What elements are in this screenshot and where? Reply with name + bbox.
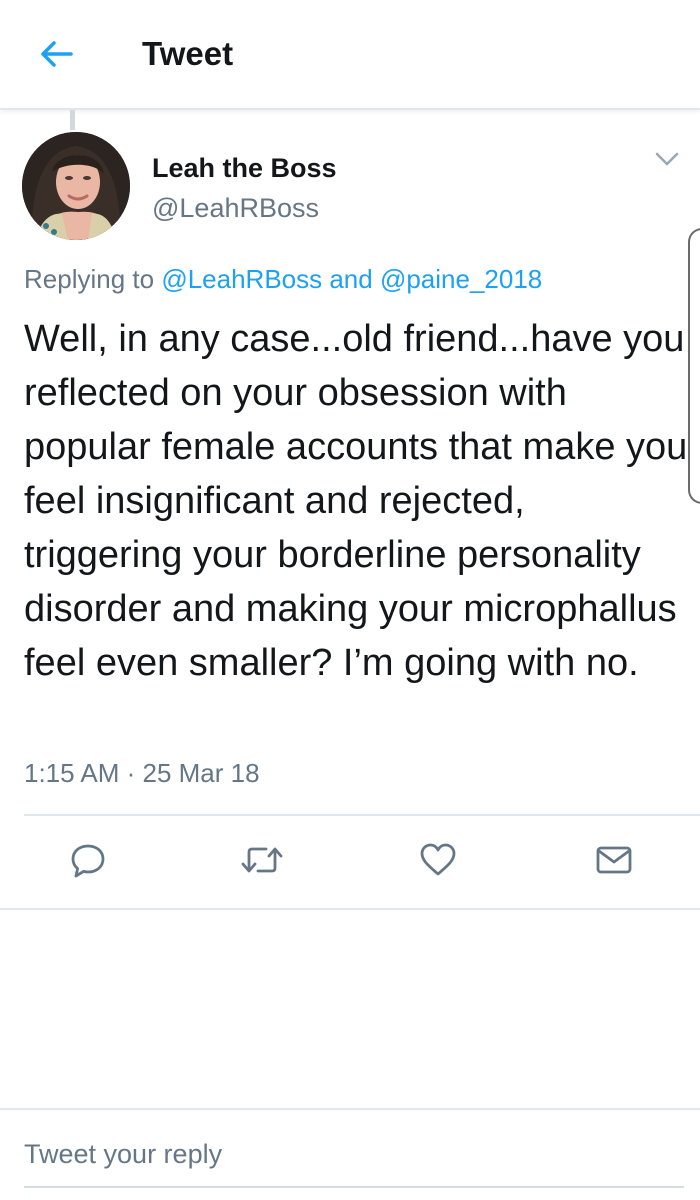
retweet-icon <box>239 840 285 885</box>
replying-to-line: Replying to @LeahRBoss and @paine_2018 <box>24 262 542 296</box>
heart-icon <box>418 840 458 885</box>
avatar[interactable] <box>22 132 130 240</box>
tweet-timestamp: 1:15 AM · 25 Mar 18 <box>24 758 260 788</box>
thread-connector-line <box>70 110 75 130</box>
author-display-name[interactable]: Leah the Boss <box>152 152 337 184</box>
reply-icon <box>68 840 108 885</box>
divider <box>0 908 700 910</box>
like-button[interactable] <box>414 838 462 886</box>
replying-to-joiner: and <box>322 264 380 294</box>
top-app-bar: Tweet <box>0 0 700 110</box>
device-edge-overlay <box>688 228 700 504</box>
reply-input-underline <box>24 1186 684 1188</box>
back-button[interactable] <box>28 32 84 80</box>
author-handle[interactable]: @LeahRBoss <box>152 192 319 224</box>
chevron-down-icon <box>654 151 680 172</box>
tweet-actions-bar <box>0 830 700 896</box>
page-title: Tweet <box>142 35 234 72</box>
envelope-icon <box>594 840 634 885</box>
direct-message-button[interactable] <box>590 838 638 886</box>
tweet-options-button[interactable] <box>650 146 684 176</box>
retweet-button[interactable] <box>238 838 286 886</box>
divider <box>0 1108 700 1110</box>
divider <box>24 814 700 816</box>
reply-input[interactable] <box>24 1128 674 1180</box>
arrow-left-icon <box>38 39 74 74</box>
mention-link[interactable]: @LeahRBoss <box>161 264 322 294</box>
reply-button[interactable] <box>64 838 112 886</box>
mention-link[interactable]: @paine_2018 <box>380 264 542 294</box>
tweet-text: Well, in any case...old friend...have yo… <box>24 318 688 684</box>
replying-to-prefix: Replying to <box>24 264 162 294</box>
